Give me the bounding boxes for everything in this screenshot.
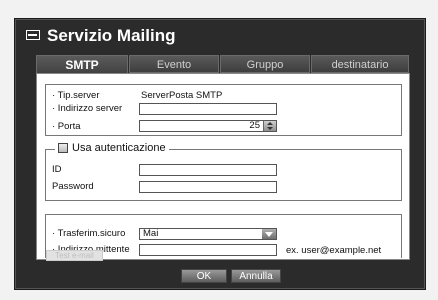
server-address-label: · Indirizzo server [52, 103, 123, 114]
use-authentication-label: Usa autenticazione [72, 142, 166, 154]
dialog-title: Servizio Mailing [47, 26, 176, 45]
spinner-arrows-icon[interactable] [263, 121, 276, 131]
tab-gruppo[interactable]: Gruppo [220, 55, 310, 73]
test-email-button[interactable]: Test e-mail [46, 250, 103, 261]
authentication-group: Usa autenticazione ID Password [45, 142, 402, 201]
auth-legend: Usa autenticazione [55, 142, 169, 154]
ok-button[interactable]: OK [181, 269, 227, 283]
use-authentication-checkbox[interactable] [58, 143, 68, 153]
port-label: · Porta [52, 121, 81, 132]
sender-address-hint: ex. user@example.net [286, 245, 382, 256]
password-input[interactable] [139, 181, 277, 193]
tab-destinatario[interactable]: destinatario [311, 55, 409, 73]
port-stepper[interactable]: 25 [139, 120, 277, 132]
tab-smtp[interactable]: SMTP [36, 55, 128, 74]
server-type-label: · Tip.server [52, 90, 100, 101]
password-label: Password [52, 181, 94, 192]
id-label: ID [52, 164, 62, 175]
sender-address-input[interactable] [139, 244, 277, 256]
smtp-settings-panel: · Tip.server ServerPosta SMTP · Indirizz… [36, 73, 410, 261]
secure-transfer-dropdown[interactable]: Mai [139, 228, 277, 240]
id-input[interactable] [139, 164, 277, 176]
server-address-input[interactable] [139, 103, 277, 115]
secure-transfer-label: · Trasferim.sicuro [52, 228, 126, 239]
mail-icon [26, 30, 40, 40]
chevron-down-icon[interactable] [262, 229, 276, 239]
secure-transfer-value: Mai [143, 228, 159, 239]
cancel-button[interactable]: Annulla [231, 269, 281, 283]
server-group: · Tip.server ServerPosta SMTP · Indirizz… [45, 84, 402, 136]
server-type-value: ServerPosta SMTP [141, 90, 223, 101]
tab-evento[interactable]: Evento [129, 55, 219, 73]
port-value: 25 [249, 120, 260, 131]
mailing-service-dialog: Servizio Mailing SMTP Evento Gruppo dest… [14, 18, 426, 290]
title-bar: Servizio Mailing [15, 19, 425, 53]
